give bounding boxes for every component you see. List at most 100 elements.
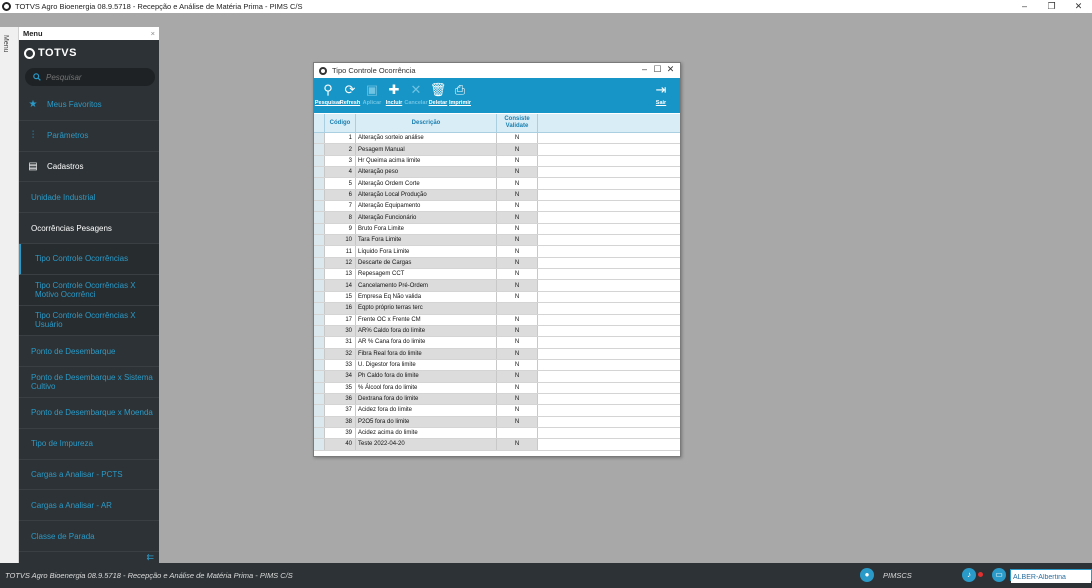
cell-descricao[interactable]: Alteração Equipamento — [356, 201, 497, 212]
cell-codigo[interactable]: 34 — [325, 371, 356, 382]
table-row[interactable]: 30 AR% Caldo fora do limite N — [314, 325, 680, 338]
menu-item-ponto-desembarque-moenda[interactable]: Ponto de Desembarque x Moenda — [19, 398, 159, 429]
row-selector[interactable] — [314, 405, 325, 416]
cell-descricao[interactable]: Tara Fora Limite — [356, 235, 497, 246]
cell-consiste[interactable] — [497, 303, 538, 314]
cell-consiste[interactable]: N — [497, 189, 538, 201]
row-selector[interactable] — [314, 133, 325, 144]
table-row[interactable]: 3 Hr Queima acima limite N — [314, 155, 680, 168]
menu-close-icon[interactable]: × — [151, 29, 155, 38]
cell-empty[interactable] — [538, 337, 680, 347]
table-row[interactable]: 32 Fibra Real fora do limite N — [314, 348, 680, 360]
table-row[interactable]: 2 Pesagem Manual N — [314, 144, 680, 156]
cell-descricao[interactable]: AR% Caldo fora do limite — [356, 325, 497, 337]
cell-consiste[interactable]: N — [497, 325, 538, 337]
cell-consiste[interactable]: N — [497, 178, 538, 189]
table-row[interactable]: 38 P2O5 fora do limite N — [314, 416, 680, 428]
row-selector[interactable] — [314, 269, 325, 280]
cell-consiste[interactable]: N — [497, 257, 538, 269]
cell-codigo[interactable]: 8 — [325, 212, 356, 223]
menu-item-tipo-controle-ocorrencias[interactable]: Tipo Controle Ocorrências — [19, 243, 159, 275]
row-selector[interactable] — [314, 257, 325, 269]
cell-descricao[interactable]: Alteração Ordem Corte — [356, 178, 497, 189]
cell-descricao[interactable]: Eqpto próprio terras terc — [356, 303, 497, 314]
row-selector[interactable] — [314, 359, 325, 371]
restore-icon[interactable]: ❐ — [1038, 0, 1065, 13]
cell-descricao[interactable]: Descarte de Cargas — [356, 257, 497, 269]
cell-codigo[interactable]: 33 — [325, 359, 356, 371]
cell-codigo[interactable]: 2 — [325, 144, 356, 155]
cell-descricao[interactable]: Frente OC x Frente CM — [356, 314, 497, 325]
minimize-icon[interactable]: – — [1011, 0, 1038, 13]
cell-consiste[interactable]: N — [497, 280, 538, 291]
row-selector[interactable] — [314, 235, 325, 246]
aplicar-button[interactable]: ▣ Aplicar — [361, 78, 383, 106]
menu-item-cargas-pcts[interactable]: Cargas a Analisar - PCTS — [19, 460, 159, 491]
cell-codigo[interactable]: 16 — [325, 303, 356, 314]
minimize-icon[interactable]: – — [638, 64, 651, 75]
cell-codigo[interactable]: 6 — [325, 189, 356, 201]
cell-empty[interactable] — [538, 428, 680, 438]
cell-empty[interactable] — [538, 315, 680, 325]
menu-item-tipo-impureza[interactable]: Tipo de Impureza — [19, 429, 159, 460]
cancelar-button[interactable]: ✕ Cancelar — [404, 78, 427, 106]
table-row[interactable]: 5 Alteração Ordem Corte N — [314, 178, 680, 190]
menu-item-ponto-desembarque-sistema[interactable]: Ponto de Desembarque x Sistema Cultivo — [19, 367, 159, 398]
menu-item-unidade-industrial[interactable]: Unidade Industrial — [19, 182, 159, 214]
row-selector[interactable] — [314, 144, 325, 155]
cell-consiste[interactable]: N — [497, 382, 538, 393]
table-row[interactable]: 34 Ph Caldo fora do limite N — [314, 371, 680, 383]
cell-descricao[interactable]: Hr Queima acima limite — [356, 155, 497, 167]
notifications-icon[interactable]: ♪ — [962, 568, 976, 582]
cell-codigo[interactable]: 40 — [325, 439, 356, 450]
pesquisar-button[interactable]: ⚲ Pesquisar — [315, 78, 341, 106]
cell-consiste[interactable]: N — [497, 337, 538, 348]
cell-codigo[interactable]: 7 — [325, 201, 356, 212]
row-selector[interactable] — [314, 291, 325, 303]
cell-consiste[interactable]: N — [497, 371, 538, 382]
table-row[interactable]: 31 AR % Cana fora do limite N — [314, 337, 680, 349]
table-row[interactable]: 13 Repesagem CCT N — [314, 269, 680, 281]
cell-consiste[interactable]: N — [497, 212, 538, 223]
imprimir-button[interactable]: ⎙ Imprimir — [449, 78, 471, 106]
close-icon[interactable]: ✕ — [664, 64, 677, 75]
table-row[interactable]: 4 Alteração peso N — [314, 167, 680, 179]
close-icon[interactable]: ✕ — [1065, 0, 1092, 13]
table-row[interactable]: 7 Alteração Equipamento N — [314, 201, 680, 213]
cell-codigo[interactable]: 4 — [325, 167, 356, 178]
cell-empty[interactable] — [538, 201, 680, 211]
cell-empty[interactable] — [538, 235, 680, 245]
cell-empty[interactable] — [538, 190, 680, 200]
table-row[interactable]: 11 Líquido Fora Limite N — [314, 246, 680, 258]
row-selector[interactable] — [314, 167, 325, 178]
cell-codigo[interactable]: 3 — [325, 155, 356, 167]
menu-item-ponto-desembarque[interactable]: Ponto de Desembarque — [19, 336, 159, 368]
row-selector[interactable] — [314, 178, 325, 189]
table-row[interactable]: 9 Bruto Fora Limite N — [314, 223, 680, 236]
deletar-button[interactable]: 🗑 Deletar — [427, 78, 449, 106]
cell-descricao[interactable]: Alteração Funcionário — [356, 212, 497, 223]
cell-codigo[interactable]: 30 — [325, 325, 356, 337]
table-row[interactable]: 16 Eqpto próprio terras terc — [314, 303, 680, 315]
row-selector[interactable] — [314, 303, 325, 314]
row-selector[interactable] — [314, 314, 325, 325]
row-selector[interactable] — [314, 223, 325, 235]
cell-descricao[interactable]: Cancelamento Pré-Ordem — [356, 280, 497, 291]
cell-empty[interactable] — [538, 349, 680, 359]
cell-codigo[interactable]: 15 — [325, 291, 356, 303]
row-selector[interactable] — [314, 416, 325, 427]
cell-codigo[interactable]: 13 — [325, 269, 356, 280]
table-row[interactable]: 35% Álcool fora do limite N — [314, 382, 680, 394]
cell-consiste[interactable]: N — [497, 439, 538, 450]
menu-item-classe-parada[interactable]: Classe de Parada — [19, 521, 159, 552]
cell-consiste[interactable]: N — [497, 133, 538, 144]
cell-empty[interactable] — [538, 258, 680, 268]
cell-consiste[interactable]: N — [497, 291, 538, 303]
cell-codigo[interactable]: 5 — [325, 178, 356, 189]
cell-descricao[interactable]: Acidez acima do limite — [356, 427, 497, 439]
cell-descricao[interactable]: Bruto Fora Limite — [356, 223, 497, 235]
maximize-icon[interactable]: ☐ — [651, 64, 664, 75]
row-selector[interactable] — [314, 246, 325, 257]
cell-consiste[interactable]: N — [497, 314, 538, 325]
table-row[interactable]: 39 Acidez acima do limite — [314, 427, 680, 440]
